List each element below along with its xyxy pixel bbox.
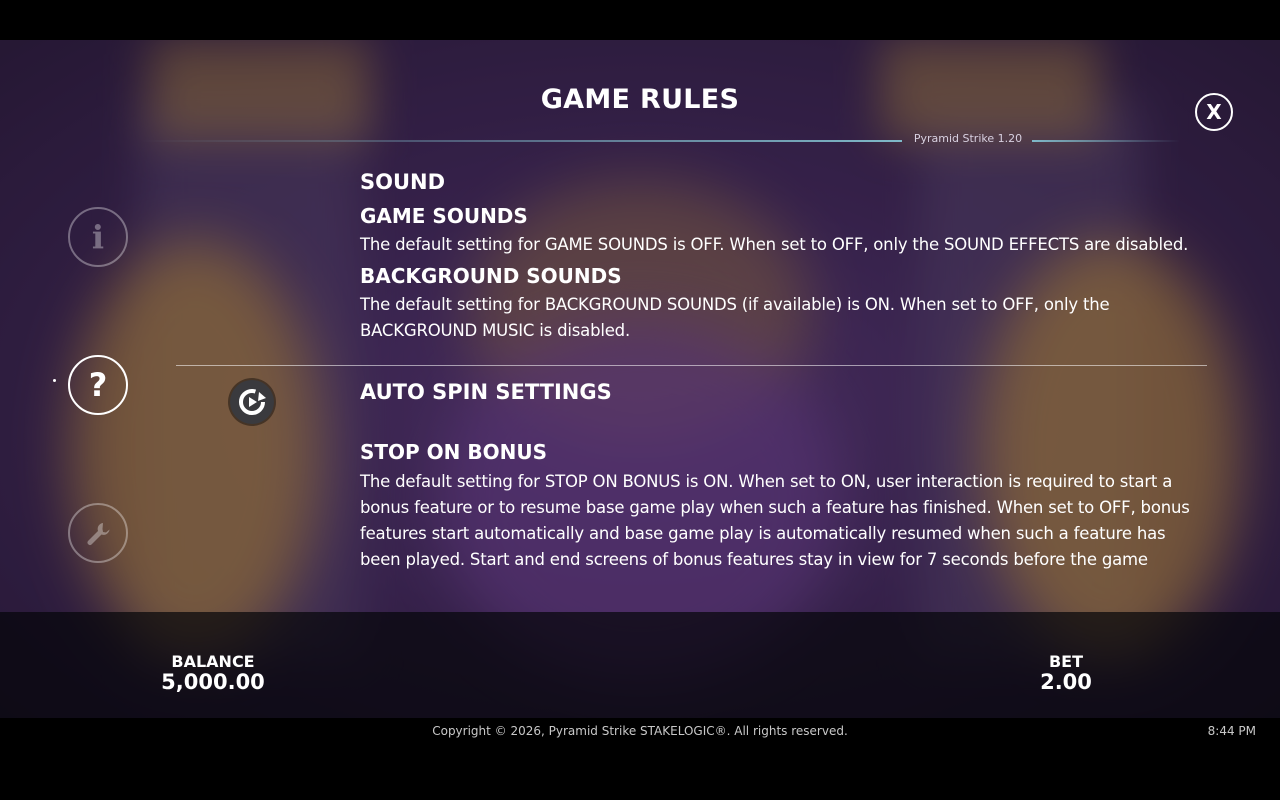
auto-spin-icon <box>230 380 274 424</box>
stop-on-bonus-heading: STOP ON BONUS <box>360 440 548 464</box>
page-title: GAME RULES <box>540 84 740 115</box>
bet-value: 2.00 <box>1040 670 1092 694</box>
game-sounds-heading: GAME SOUNDS <box>360 204 528 228</box>
title-underline-right <box>1032 140 1180 142</box>
game-version: Pyramid Strike 1.20 <box>913 132 1023 145</box>
game-sounds-text: The default setting for GAME SOUNDS is O… <box>360 235 1189 254</box>
info-icon: i <box>91 218 105 256</box>
section-divider <box>176 365 1207 366</box>
bottom-status-bar: BALANCE 5,000.00 BET 2.00 <box>0 612 1280 718</box>
background-sounds-text: The default setting for BACKGROUND SOUND… <box>360 295 1110 340</box>
bet-label: BET <box>1048 652 1084 671</box>
auto-spin-section: AUTO SPIN SETTINGS STOP ON BONUS The def… <box>360 380 1220 573</box>
active-indicator-dot <box>53 379 56 382</box>
close-button[interactable]: X <box>1195 93 1233 131</box>
sidebar-item-help[interactable]: ? <box>68 355 128 415</box>
balance-value: 5,000.00 <box>161 670 265 694</box>
stop-on-bonus-text: The default setting for STOP ON BONUS is… <box>360 472 1190 569</box>
background-sounds-heading: BACKGROUND SOUNDS <box>360 264 622 288</box>
close-icon: X <box>1206 100 1222 124</box>
wrench-icon <box>83 516 113 549</box>
balance-label: BALANCE <box>171 652 255 671</box>
sidebar-item-settings[interactable] <box>68 503 128 563</box>
game-rules-screen: GAME RULES Pyramid Strike 1.20 X i ? SOU… <box>0 0 1280 800</box>
auto-spin-heading: AUTO SPIN SETTINGS <box>360 380 612 404</box>
copyright-text: Copyright © 2026, Pyramid Strike STAKELO… <box>432 724 848 738</box>
clock: 8:44 PM <box>1207 724 1256 738</box>
title-underline-left <box>140 140 902 142</box>
question-mark-icon: ? <box>88 366 108 404</box>
sound-section: SOUND GAME SOUNDS The default setting fo… <box>360 170 1220 344</box>
top-black-bar <box>0 0 1280 40</box>
sound-heading: SOUND <box>360 170 446 194</box>
sidebar-item-info[interactable]: i <box>68 207 128 267</box>
